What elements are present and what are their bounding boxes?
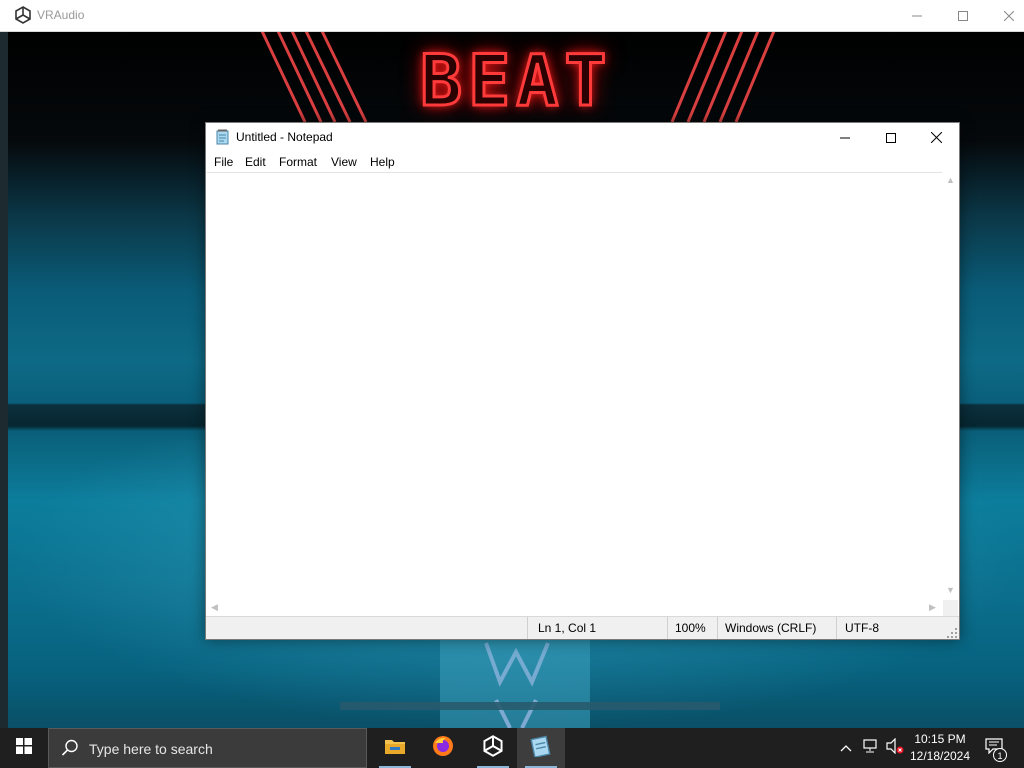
network-tray-button[interactable] [860,728,882,768]
notepad-status-bar: Ln 1, Col 1 100% Windows (CRLF) UTF-8 [206,616,959,639]
notepad-window[interactable]: Untitled - Notepad File Edit Format View… [205,122,960,640]
scrollbar-corner [943,600,958,616]
search-placeholder: Type here to search [89,741,213,757]
scroll-up-arrow-icon[interactable]: ▲ [946,176,955,185]
menu-edit[interactable]: Edit [245,155,266,169]
menu-format[interactable]: Format [279,155,317,169]
vraudio-maximize-button[interactable] [940,0,986,31]
taskbar-file-explorer[interactable] [371,728,419,768]
vraudio-window-title: VRAudio [37,8,85,22]
notepad-maximize-button[interactable] [868,123,914,152]
vraudio-close-button[interactable] [986,0,1024,31]
notepad-menubar: File Edit Format View Help [206,152,959,172]
taskbar: Type here to search 10:15 PM 12/18/2024 [0,728,1024,768]
vraudio-minimize-button[interactable] [894,0,940,31]
notepad-minimize-button[interactable] [822,123,868,152]
status-divider [717,617,718,639]
notepad-text-area[interactable] [207,172,942,601]
windows-logo-icon [16,737,32,759]
scroll-down-arrow-icon[interactable]: ▼ [946,586,955,595]
network-icon [863,738,879,758]
status-line-ending: Windows (CRLF) [725,621,817,635]
scroll-right-arrow-icon[interactable]: ▶ [929,603,936,612]
unity-icon [482,734,504,762]
file-explorer-icon [384,737,406,760]
chevron-up-icon [840,739,852,757]
vertical-scrollbar[interactable]: ▲ ▼ [943,172,958,600]
taskbar-notepad[interactable] [517,728,565,768]
notepad-window-title: Untitled - Notepad [236,130,333,144]
taskbar-firefox[interactable] [419,728,467,768]
scene-platform-bar [340,702,720,710]
volume-muted-icon [886,737,904,759]
notepad-icon [530,735,552,762]
show-hidden-icons-button[interactable] [836,728,856,768]
taskbar-unity[interactable] [469,728,517,768]
unity-icon [14,6,32,24]
status-encoding: UTF-8 [845,621,879,635]
scroll-left-arrow-icon[interactable]: ◀ [211,603,218,612]
action-center-button[interactable] [980,728,1008,768]
status-divider [667,617,668,639]
notification-count-badge: 1 [993,748,1007,762]
menu-view[interactable]: View [331,155,357,169]
beat-neon-sign: BEAT [419,39,613,124]
notepad-titlebar[interactable]: Untitled - Notepad [206,123,959,152]
menu-help[interactable]: Help [370,155,395,169]
status-divider [527,617,528,639]
status-zoom: 100% [675,621,706,635]
search-icon [61,739,79,762]
taskbar-clock[interactable]: 10:15 PM 12/18/2024 [904,728,976,768]
taskbar-search-box[interactable]: Type here to search [48,728,367,768]
status-divider [836,617,837,639]
notepad-close-button[interactable] [913,123,959,152]
volume-tray-button[interactable] [884,728,906,768]
notepad-icon [215,129,231,145]
firefox-icon [432,735,454,762]
status-cursor-position: Ln 1, Col 1 [538,621,597,635]
scene-platform [440,638,590,728]
clock-time: 10:15 PM [914,732,966,746]
start-button[interactable] [0,728,48,768]
resize-grip-icon[interactable] [947,627,957,638]
clock-date: 12/18/2024 [909,749,971,763]
menu-file[interactable]: File [214,155,233,169]
horizontal-scrollbar[interactable]: ◀ ▶ [207,600,942,616]
vraudio-titlebar[interactable]: VRAudio [0,0,1024,32]
